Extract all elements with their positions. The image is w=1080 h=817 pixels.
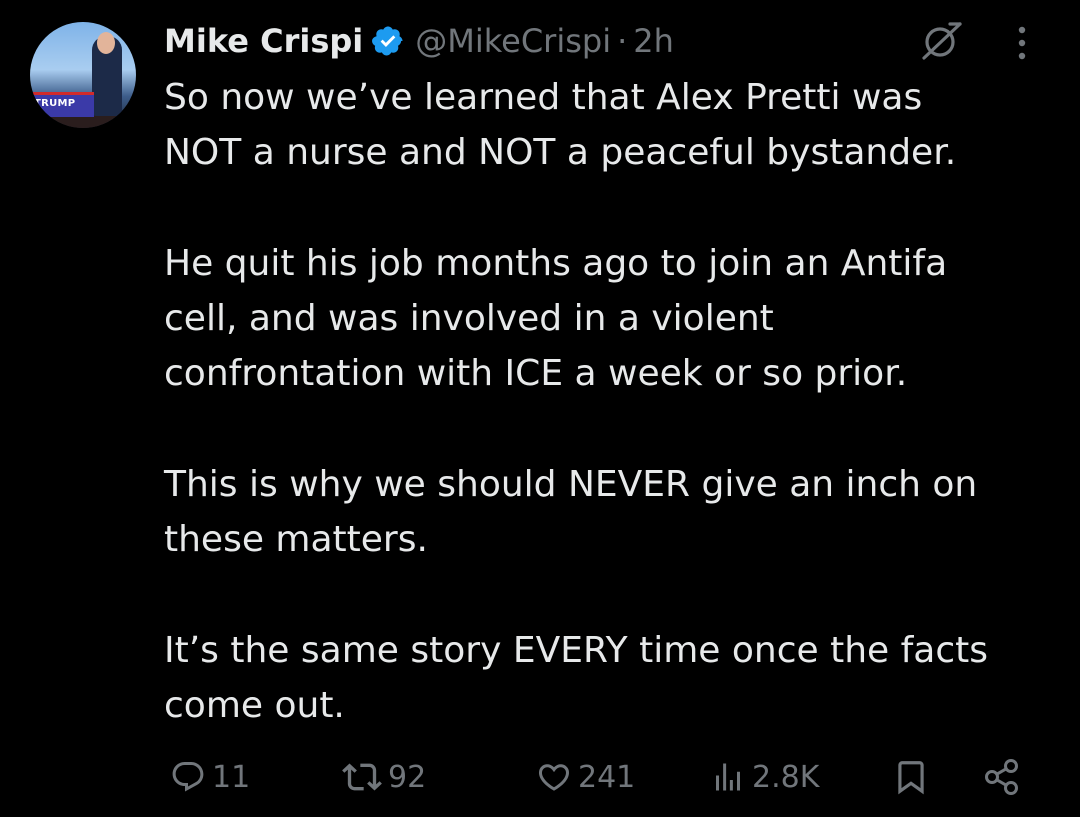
share-icon xyxy=(985,759,1018,795)
retweet-count: 92 xyxy=(388,759,427,795)
action-bar: 11 92 241 2.8K xyxy=(164,754,1034,800)
reply-icon xyxy=(172,762,204,792)
reply-button[interactable]: 11 xyxy=(170,754,250,800)
more-options-icon[interactable] xyxy=(1012,24,1032,62)
author-handle[interactable]: @MikeCrispi xyxy=(415,22,611,60)
avatar-podium-text: TRUMP xyxy=(34,98,76,109)
avatar[interactable]: TRUMP xyxy=(30,22,136,128)
views-count: 2.8K xyxy=(752,759,820,795)
author-name[interactable]: Mike Crispi xyxy=(164,22,363,60)
retweet-button[interactable]: 92 xyxy=(342,754,426,800)
tweet-header: Mike Crispi @MikeCrispi · 2h xyxy=(164,18,674,64)
like-count: 241 xyxy=(578,759,636,795)
bookmark-button[interactable] xyxy=(892,754,930,800)
grok-icon[interactable] xyxy=(918,20,964,62)
verified-badge-icon[interactable] xyxy=(371,24,405,58)
separator-dot: · xyxy=(617,22,628,60)
share-button[interactable] xyxy=(982,754,1022,800)
reply-count: 11 xyxy=(212,759,251,795)
tweet-paragraph: So now we’ve learned that Alex Pretti wa… xyxy=(164,77,957,173)
like-button[interactable]: 241 xyxy=(536,754,635,800)
tweet[interactable]: TRUMP Mike Crispi @MikeCrispi · 2h So no… xyxy=(0,0,1080,817)
tweet-timestamp[interactable]: 2h xyxy=(633,22,674,60)
tweet-text: So now we’ve learned that Alex Pretti wa… xyxy=(164,70,1054,733)
tweet-paragraph: It’s the same story EVERY time once the … xyxy=(164,630,989,726)
bookmark-icon xyxy=(898,761,924,795)
tweet-paragraph: This is why we should NEVER give an inch… xyxy=(164,464,978,560)
tweet-paragraph: He quit his job months ago to join an An… xyxy=(164,243,948,394)
heart-icon xyxy=(538,764,570,791)
views-chart-icon xyxy=(716,763,740,791)
avatar-head xyxy=(97,32,115,54)
retweet-icon xyxy=(342,763,382,791)
views-button[interactable]: 2.8K xyxy=(710,754,819,800)
